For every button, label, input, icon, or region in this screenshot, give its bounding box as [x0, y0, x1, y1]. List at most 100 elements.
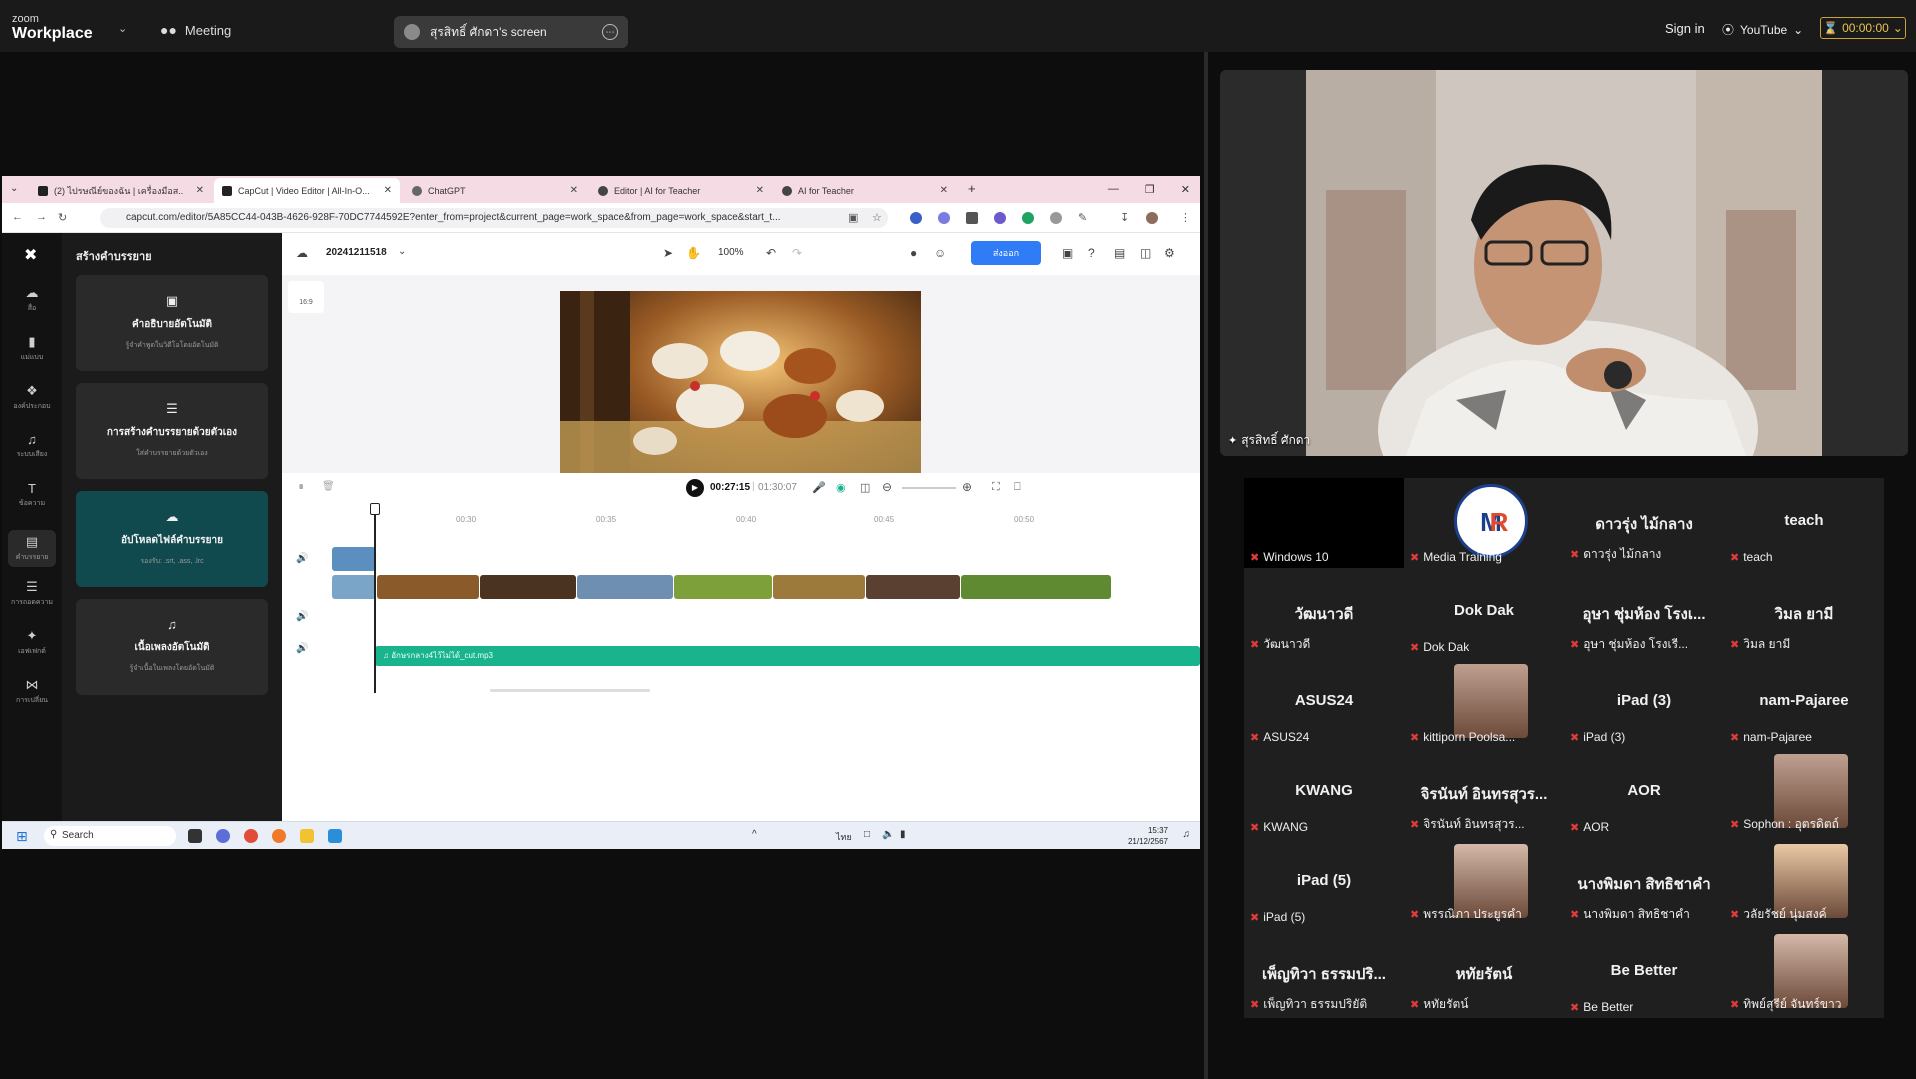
youtube-stream-button[interactable]: ⦿ YouTube ⌄ — [1722, 21, 1803, 38]
export-button[interactable]: ส่งออก — [971, 241, 1041, 265]
download-icon[interactable]: ↧ — [1120, 211, 1129, 224]
extension-icon[interactable] — [966, 212, 978, 224]
participant-tile[interactable]: ✖ Sophon : อุตรดิตถ์ — [1724, 748, 1884, 838]
browser-tab[interactable]: AI for Teacher ✕ — [774, 178, 956, 203]
split-divider[interactable] — [1204, 52, 1208, 1079]
participant-tile[interactable]: ✖ kittiporn Poolsa... — [1404, 658, 1564, 748]
playhead[interactable] — [374, 503, 376, 693]
participant-tile[interactable]: KWANG ✖ KWANG — [1244, 748, 1404, 838]
participant-tile[interactable]: ✖ ทิพย์สุรีย์ จันทร์ขาว — [1724, 928, 1884, 1018]
participant-tile[interactable]: iPad (5) ✖ iPad (5) — [1244, 838, 1404, 928]
select-pointer-icon[interactable]: ➤ — [663, 246, 673, 260]
upload-captions-card[interactable]: ☁ อัปโหลดไฟล์คำบรรยาย รองรับ: .srt, .ass… — [76, 491, 268, 587]
screen-share-indicator[interactable]: สุรสิทธิ์ ศักดา's screen ⋯ — [394, 16, 628, 48]
zoom-in-icon[interactable]: ⊕ — [962, 480, 972, 494]
install-icon[interactable]: ▣ — [848, 211, 858, 224]
zoom-slider[interactable] — [902, 487, 956, 489]
close-icon[interactable]: ✕ — [940, 185, 948, 196]
recording-timer[interactable]: ⌛ 00:00:00 ⌄ — [1820, 17, 1906, 39]
split-screen-icon[interactable]: ◫ — [860, 481, 870, 494]
more-options-icon[interactable]: ⋯ — [602, 24, 618, 40]
participant-tile[interactable]: วิมล ยามี ✖ วิมล ยามี — [1724, 568, 1884, 658]
browser-tab[interactable]: ChatGPT ✕ — [404, 178, 586, 203]
speaker-icon[interactable]: 🔈 — [882, 829, 894, 840]
tab-list-icon[interactable]: ⌄ — [10, 183, 18, 194]
video-clip[interactable] — [577, 575, 673, 599]
participant-tile[interactable]: วัฒนาวดี ✖ วัฒนาวดี — [1244, 568, 1404, 658]
firefox-icon[interactable] — [272, 829, 286, 843]
network-icon[interactable]: □ — [864, 829, 870, 840]
chevron-up-icon[interactable]: ^ — [752, 829, 757, 840]
zoom-out-icon[interactable]: ⊖ — [882, 480, 892, 494]
collaborator-avatar[interactable]: ● — [910, 246, 917, 260]
volume-icon[interactable]: 🔊 — [296, 611, 308, 622]
play-button[interactable]: ▶ — [686, 479, 704, 497]
extension-icon[interactable] — [910, 212, 922, 224]
minimize-icon[interactable]: — — [1108, 183, 1119, 196]
help-icon[interactable]: ? — [1088, 246, 1095, 260]
rail-item[interactable]: ✦ เอฟเฟกต์ — [8, 628, 56, 657]
rail-item[interactable]: ▤ คำบรรยาย — [8, 530, 56, 567]
undo-icon[interactable]: ↶ — [766, 246, 776, 260]
layout-icon[interactable]: ◫ — [1140, 246, 1151, 260]
reload-icon[interactable]: ↻ — [58, 211, 67, 224]
redo-icon[interactable]: ↷ — [792, 246, 802, 260]
rail-item[interactable]: ❖ องค์ประกอบ — [8, 383, 56, 412]
notification-bell-icon[interactable]: ♫ — [1183, 829, 1191, 840]
present-icon[interactable]: ▣ — [1062, 246, 1073, 260]
taskbar-search[interactable]: Search — [44, 826, 176, 846]
forward-icon[interactable]: → — [36, 211, 47, 223]
rail-item[interactable]: ▮ แม่แบบ — [8, 334, 56, 363]
project-name[interactable]: 20241211518 — [326, 247, 387, 258]
copilot-icon[interactable] — [216, 829, 230, 843]
rail-item[interactable]: T ข้อความ — [8, 481, 56, 509]
cloud-save-icon[interactable]: ☁ — [296, 246, 308, 260]
screen-icon[interactable]: ⎕ — [1014, 481, 1021, 494]
extension-icon[interactable] — [1050, 212, 1062, 224]
active-speaker-tile[interactable]: ✦ สุรสิทธิ์ ศักดา — [1220, 70, 1908, 456]
participant-tile[interactable]: ✖ วลัยรัชย์ นุ่มสงค์ — [1724, 838, 1884, 928]
rail-item[interactable]: ☁ สื่อ — [8, 285, 56, 314]
browser-tab[interactable]: (2) ไปรษณีย์ของฉัน | เครื่องมือส... ✕ — [30, 178, 212, 203]
new-tab-icon[interactable]: + — [968, 181, 976, 196]
participant-tile[interactable]: นางพิมดา สิทธิชาคำ ✖ นางพิมดา สิทธิชาคำ — [1564, 838, 1724, 928]
input-language[interactable]: ไทย — [836, 830, 852, 844]
close-icon[interactable]: ✕ — [1181, 183, 1190, 196]
bookmark-star-icon[interactable]: ☆ — [872, 211, 882, 224]
participant-tile[interactable]: ✖ พรรณิภา ประยูรคำ — [1404, 838, 1564, 928]
video-clip[interactable] — [332, 575, 376, 599]
video-clip[interactable] — [773, 575, 865, 599]
rail-item[interactable]: ☰ การถอดความ — [8, 579, 56, 608]
video-clip[interactable] — [480, 575, 576, 599]
participant-tile[interactable]: ASUS24 ✖ ASUS24 — [1244, 658, 1404, 748]
back-icon[interactable]: ← — [12, 211, 23, 223]
video-clip[interactable] — [377, 575, 479, 599]
hand-tool-icon[interactable]: ✋ — [686, 246, 701, 260]
participant-tile[interactable]: เพ็ญทิวา ธรรมปริ... ✖ เพ็ญทิวา ธรรมปริยัติ — [1244, 928, 1404, 1018]
participant-tile[interactable]: อุษา ชุ่มห้อง โรงเ... ✖ อุษา ชุ่มห้อง โรงเ… — [1564, 568, 1724, 658]
extensions-puzzle-icon[interactable]: ✎ — [1078, 211, 1087, 224]
zoom-logo[interactable]: zoom Workplace — [12, 14, 93, 42]
close-icon[interactable]: ✕ — [384, 185, 392, 196]
browser-tab[interactable]: Editor | AI for Teacher ✕ — [590, 178, 772, 203]
participant-tile[interactable]: iPad (3) ✖ iPad (3) — [1564, 658, 1724, 748]
auto-captions-card[interactable]: ▣ คำอธิบายอัตโนมัติ รู้จำคำพูดในวิดีโอโด… — [76, 275, 268, 371]
aspect-ratio-button[interactable]: 16:9 — [288, 281, 324, 313]
taskbar-clock[interactable]: 15:37 21/12/2567 — [1128, 825, 1168, 847]
volume-icon[interactable]: 🔊 — [296, 553, 308, 564]
fullscreen-icon[interactable]: ⛶ — [992, 481, 1000, 494]
participant-tile[interactable]: Dok Dak ✖ Dok Dak — [1404, 568, 1564, 658]
notepad-icon[interactable] — [328, 829, 342, 843]
participant-tile[interactable]: M R ✖ Media Training — [1404, 478, 1564, 568]
microphone-icon[interactable]: 🎤 — [812, 481, 826, 494]
close-icon[interactable]: ✕ — [196, 185, 204, 196]
chevron-down-icon[interactable]: ⌄ — [118, 22, 127, 35]
horizontal-scrollbar[interactable] — [490, 689, 650, 692]
video-preview[interactable] — [560, 291, 921, 495]
capcut-logo-icon[interactable]: ✖ — [24, 245, 37, 265]
rail-item[interactable]: ⋈ การเปลี่ยน — [8, 677, 56, 706]
chevron-down-icon[interactable]: ⌄ — [398, 246, 406, 257]
participant-tile[interactable]: จิรนันท์ อินทรสุวร... ✖ จิรนันท์ อินทรสุวร… — [1404, 748, 1564, 838]
close-icon[interactable]: ✕ — [756, 185, 764, 196]
add-user-icon[interactable]: ☺ — [934, 246, 946, 260]
